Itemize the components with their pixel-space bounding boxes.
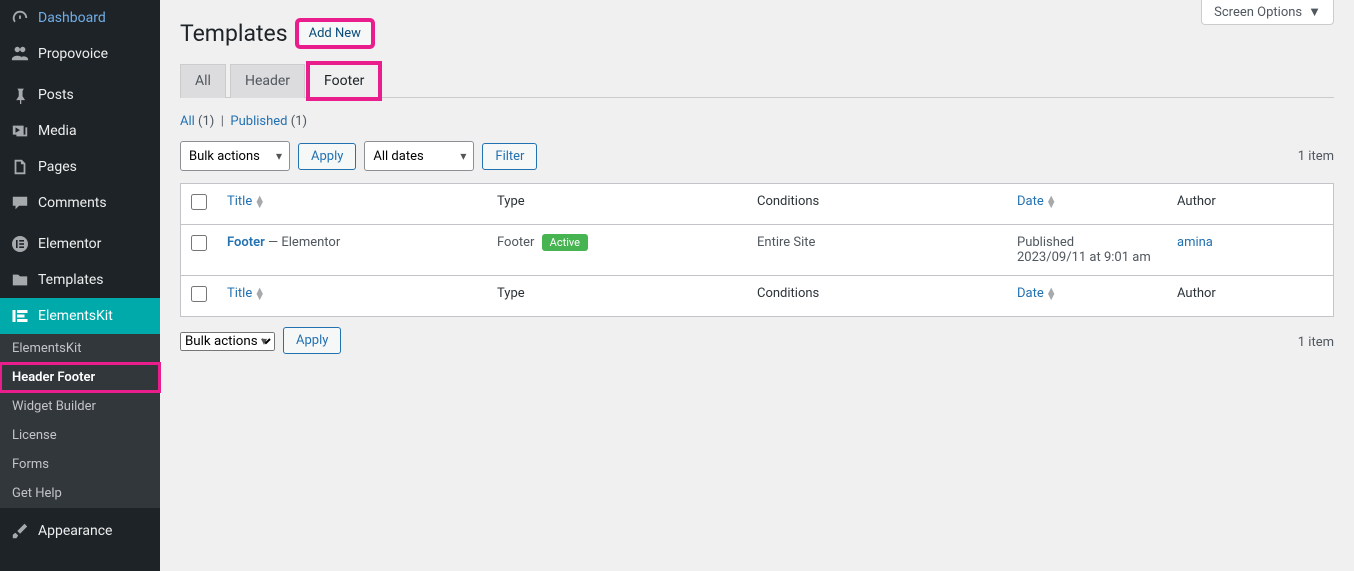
elementskit-icon [10,306,30,326]
pages-icon [10,157,30,177]
row-type: Footer [497,235,534,250]
status-filters: All (1) | Published (1) Search Templates [180,114,1334,129]
col-type-foot: Type [487,276,747,317]
sort-icon: ▲▼ [1046,288,1057,300]
nav-elementskit[interactable]: ElementsKit [0,298,160,334]
elementor-icon [10,234,30,254]
screen-options-label: Screen Options [1214,5,1302,20]
col-title-foot[interactable]: Title▲▼ [227,286,265,301]
sub-widget-builder[interactable]: Widget Builder [0,392,160,421]
filter-published-count: (1) [291,114,307,129]
page-title: Templates [180,20,288,47]
nav-pages[interactable]: Pages [0,149,160,185]
apply-button[interactable]: Apply [298,143,356,170]
col-title[interactable]: Title▲▼ [227,194,265,209]
brush-icon [10,521,30,541]
gauge-icon [10,8,30,28]
tab-all[interactable]: All [180,64,226,98]
col-conditions-foot: Conditions [747,276,1007,317]
bulk-actions-select[interactable]: Bulk actions [180,141,290,171]
sub-forms[interactable]: Forms [0,450,160,479]
add-new-button[interactable]: Add New [298,21,372,46]
row-date-value: 2023/09/11 at 9:01 am [1017,250,1151,265]
nav-label: Dashboard [38,10,106,26]
admin-sidebar: Dashboard Propovoice Posts Media Pages C… [0,0,160,571]
sub-license[interactable]: License [0,421,160,450]
bulk-actions-select-bottom[interactable]: Bulk actions [180,332,275,351]
media-icon [10,121,30,141]
apply-button-bottom[interactable]: Apply [283,327,341,354]
col-author-foot: Author [1167,276,1334,317]
row-date-status: Published [1017,235,1074,250]
filter-all[interactable]: All [180,114,195,129]
row-title-link[interactable]: Footer [227,235,265,250]
filter-all-count: (1) [198,114,214,129]
sort-icon: ▲▼ [254,196,265,208]
nav-dashboard[interactable]: Dashboard [0,0,160,36]
pin-icon [10,85,30,105]
nav-label: Appearance [38,523,112,539]
col-date-foot[interactable]: Date▲▼ [1017,286,1057,301]
col-type: Type [487,184,747,225]
row-checkbox[interactable] [191,235,207,251]
tab-header[interactable]: Header [230,64,305,98]
nav-propovoice[interactable]: Propovoice [0,36,160,72]
nav-label: Templates [38,272,104,288]
sort-icon: ▲▼ [254,288,265,300]
nav-media[interactable]: Media [0,113,160,149]
nav-label: Media [38,123,77,139]
col-conditions: Conditions [747,184,1007,225]
submenu-elementskit: ElementsKit Header Footer Widget Builder… [0,334,160,508]
nav-appearance[interactable]: Appearance [0,513,160,549]
nav-posts[interactable]: Posts [0,77,160,113]
templates-table: Title▲▼ Type Conditions Date▲▼ Author Fo… [180,183,1334,317]
chevron-down-icon: ▼ [1308,4,1321,20]
sort-icon: ▲▼ [1046,196,1057,208]
template-tabs: All Header Footer [180,63,1334,98]
folder-icon [10,270,30,290]
active-badge: Active [542,234,588,251]
row-conditions: Entire Site [747,225,1007,276]
sub-elementskit[interactable]: ElementsKit [0,334,160,363]
nav-label: Posts [38,87,74,103]
nav-label: Pages [38,159,77,175]
col-date[interactable]: Date▲▼ [1017,194,1057,209]
items-count-bottom: 1 item [1298,335,1334,350]
select-all-bottom[interactable] [191,286,207,302]
sub-get-help[interactable]: Get Help [0,479,160,508]
main-content: Screen Options ▼ Templates Add New All H… [160,0,1354,571]
filter-button[interactable]: Filter [482,143,537,170]
select-all-top[interactable] [191,194,207,210]
table-row: Footer — Elementor Footer Active Entire … [181,225,1334,276]
date-filter-select[interactable]: All dates [364,141,474,171]
row-author-link[interactable]: amina [1177,235,1213,250]
nav-label: Comments [38,195,107,211]
sub-header-footer[interactable]: Header Footer [0,363,160,392]
filter-published[interactable]: Published [230,114,287,129]
nav-label: Propovoice [38,46,108,62]
row-builder-label: — Elementor [265,235,340,250]
tab-footer[interactable]: Footer [309,64,379,98]
nav-label: Elementor [38,236,101,252]
people-icon [10,44,30,64]
nav-elementor[interactable]: Elementor [0,226,160,262]
nav-templates[interactable]: Templates [0,262,160,298]
nav-comments[interactable]: Comments [0,185,160,221]
col-author: Author [1167,184,1334,225]
items-count-top: 1 item [1298,149,1334,164]
comment-icon [10,193,30,213]
nav-label: ElementsKit [38,308,113,324]
screen-options-toggle[interactable]: Screen Options ▼ [1201,0,1334,25]
